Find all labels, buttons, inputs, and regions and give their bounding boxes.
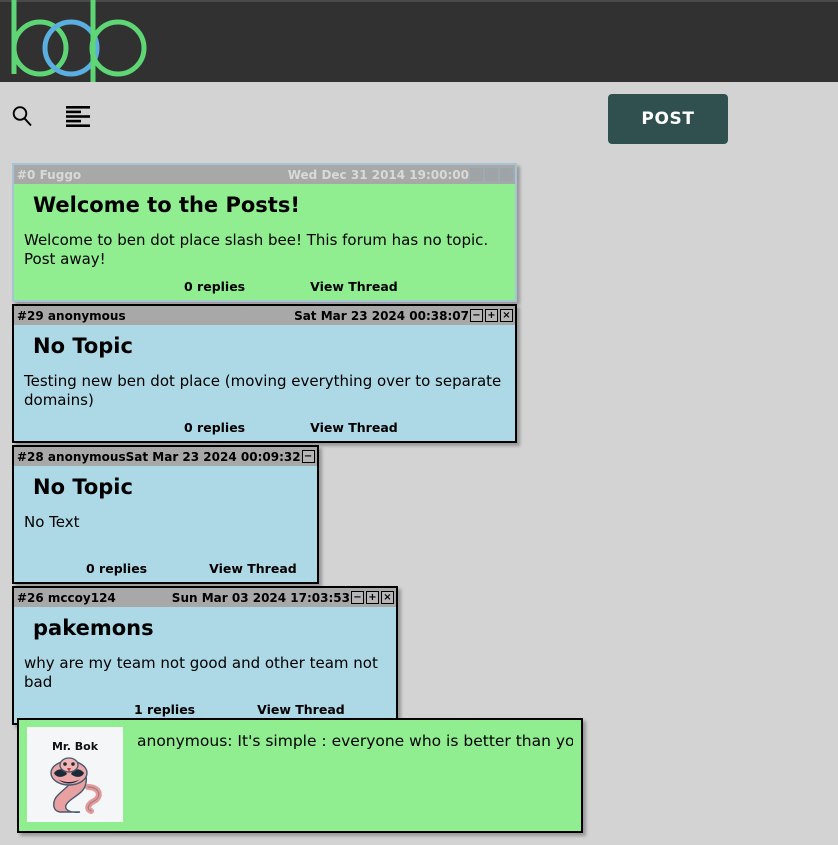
maximize-icon[interactable]: + (366, 591, 379, 604)
site-banner (0, 0, 838, 82)
minimize-icon[interactable]: − (351, 591, 364, 604)
post-window-body: pakemons why are my team not good and ot… (14, 607, 396, 724)
minimize-icon[interactable]: − (301, 450, 315, 463)
post-window-29[interactable]: #29 anonymous Sat Mar 23 2024 00:38:07 −… (12, 304, 517, 444)
window-controls: − + × (470, 168, 515, 181)
menu-list-icon[interactable] (66, 105, 92, 127)
post-window-titlebar[interactable]: #28 anonymous Sat Mar 23 2024 00:09:32 −… (14, 447, 317, 466)
post-title: Welcome to the Posts! (33, 193, 300, 217)
post-window-body: No Topic Testing new ben dot place (movi… (14, 325, 515, 442)
window-controls: − + × (470, 309, 515, 322)
post-title: pakemons (33, 616, 154, 640)
arbok-sprite-icon (50, 757, 102, 814)
reply-count: 0 replies (184, 279, 246, 295)
post-footer: 1 replies View Thread (24, 702, 386, 719)
reply-thumb-label: Mr. Bok (51, 740, 99, 753)
post-footer: 0 replies View Thread (24, 420, 505, 437)
post-window-titlebar[interactable]: #0 Fuggo Wed Dec 31 2014 19:00:00 − + × (14, 165, 515, 184)
post-window-28[interactable]: #28 anonymous Sat Mar 23 2024 00:09:32 −… (12, 445, 319, 584)
minimize-icon[interactable]: − (470, 309, 483, 322)
reply-thumbnail[interactable]: Mr. Bok (27, 727, 123, 822)
post-window-date: Wed Dec 31 2014 19:00:00 (287, 167, 469, 182)
close-icon[interactable]: × (500, 309, 513, 322)
post-window-26[interactable]: #26 mccoy124 Sun Mar 03 2024 17:03:53 − … (12, 586, 398, 726)
view-thread-link[interactable]: View Thread (310, 420, 398, 435)
view-thread-link[interactable]: View Thread (209, 561, 297, 576)
window-controls: − + × (301, 450, 317, 463)
search-icon[interactable] (10, 104, 34, 128)
view-thread-link[interactable]: View Thread (310, 279, 398, 294)
post-title: No Topic (33, 475, 133, 499)
close-icon[interactable]: × (381, 591, 394, 604)
post-window-header-left: #0 Fuggo (17, 167, 82, 182)
post-text: Welcome to ben dot place slash bee! This… (24, 231, 489, 269)
minimize-icon[interactable]: − (470, 168, 483, 181)
view-thread-link[interactable]: View Thread (257, 702, 345, 717)
reply-count: 1 replies (134, 702, 196, 718)
reply-count: 0 replies (184, 420, 246, 436)
post-window-header-left: #26 mccoy124 (17, 590, 116, 605)
post-window-0[interactable]: #0 Fuggo Wed Dec 31 2014 19:00:00 − + × … (12, 163, 517, 303)
post-window-date: Sat Mar 23 2024 00:09:32 (125, 449, 301, 464)
post-text: No Text (24, 513, 80, 532)
post-window-titlebar[interactable]: #26 mccoy124 Sun Mar 03 2024 17:03:53 − … (14, 588, 396, 607)
window-controls: − + × (351, 591, 396, 604)
post-window-date: Sat Mar 23 2024 00:38:07 (294, 308, 469, 323)
maximize-icon[interactable]: + (485, 168, 498, 181)
post-window-body: No Topic No Text 0 replies View Thread (14, 466, 317, 582)
site-logo[interactable] (0, 0, 160, 82)
reply-preview-card[interactable]: Mr. Bok anonymous: It's simple : everyon… (17, 718, 583, 833)
post-window-date: Sun Mar 03 2024 17:03:53 (171, 590, 350, 605)
post-footer: 0 replies View Thread (24, 279, 505, 296)
post-window-titlebar[interactable]: #29 anonymous Sat Mar 23 2024 00:38:07 −… (14, 306, 515, 325)
post-text: why are my team not good and other team … (24, 654, 378, 692)
post-window-header-left: #28 anonymous (17, 449, 126, 464)
reply-text: anonymous: It's simple : everyone who is… (137, 732, 573, 750)
post-window-header-left: #29 anonymous (17, 308, 126, 323)
post-footer: 0 replies View Thread (24, 561, 297, 578)
maximize-icon[interactable]: + (485, 309, 498, 322)
post-title: No Topic (33, 334, 133, 358)
post-button[interactable]: POST (608, 94, 728, 144)
post-text: Testing new ben dot place (moving everyt… (24, 372, 502, 410)
reply-count: 0 replies (86, 561, 148, 576)
close-icon[interactable]: × (500, 168, 513, 181)
post-window-body: Welcome to the Posts! Welcome to ben dot… (14, 184, 515, 301)
